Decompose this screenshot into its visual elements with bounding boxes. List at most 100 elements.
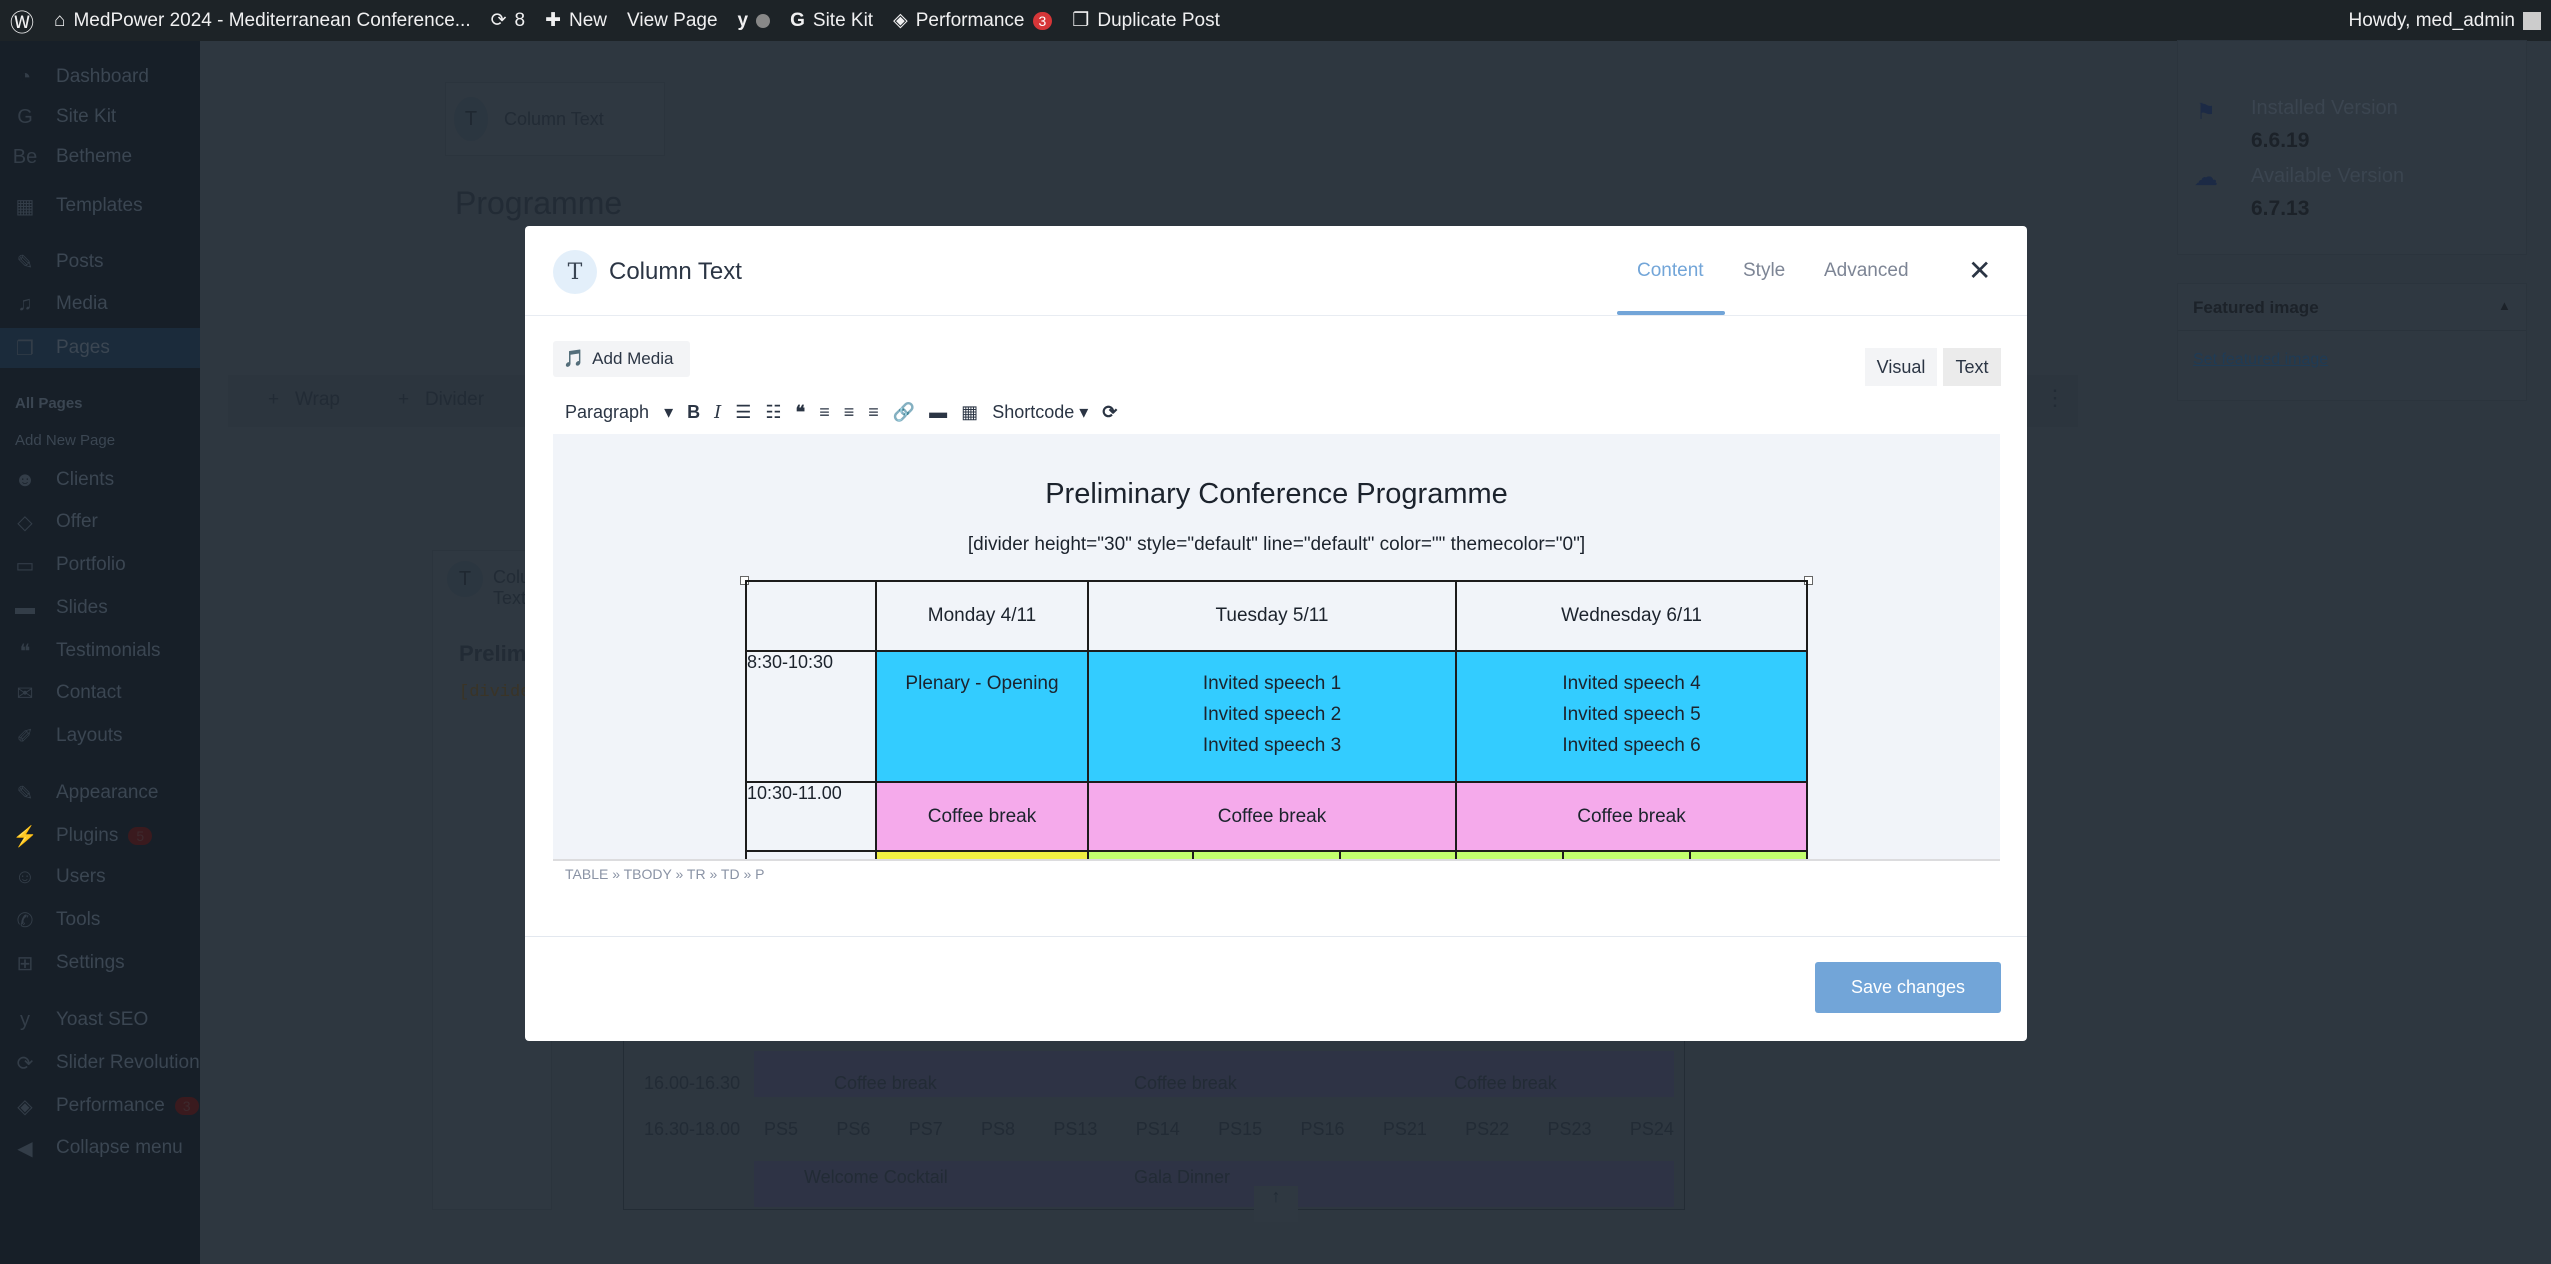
add-divider-button[interactable]: + Divider [398,389,484,411]
media-icon: 🎵 [563,349,585,368]
updates-link[interactable]: ⟳ 8 [481,0,536,41]
sidebar-item-betheme[interactable]: Be Betheme [0,137,200,177]
pin-icon: ✎ [16,251,34,274]
pages-icon: ❐ [16,337,34,360]
blockquote-icon[interactable]: ❝ [796,402,806,423]
sidebar-item-slider-revolution[interactable]: ⟳ Slider Revolution [0,1043,200,1083]
sidebar-item-tools[interactable]: ✆ Tools [0,900,200,940]
scroll-top-button[interactable]: ↑ [1254,1186,1298,1222]
table-row: 8:30-10:30 Plenary - Opening Invited spe… [745,650,1808,783]
seo-status-dot-icon [756,13,771,28]
set-featured-image-link[interactable]: Set featured image [2193,351,2328,369]
sidebar-item-yoast-seo[interactable]: y Yoast SEO [0,1000,200,1040]
tab-content[interactable]: Content [1637,260,1704,282]
quote-icon: ❝ [19,640,31,663]
align-center-icon[interactable]: ≡ [844,402,855,423]
betheme-icon: Be [12,145,38,168]
read-more-icon[interactable]: ▬ [929,402,947,423]
view-page-link[interactable]: View Page [617,0,728,41]
shortcode-dropdown[interactable]: Shortcode ▾ [992,402,1088,423]
sidebar-item-slides[interactable]: ▬ Slides [0,588,200,628]
wrench-icon: ✆ [16,909,34,932]
sidebar-item-clients[interactable]: ☻ Clients [0,460,200,500]
save-changes-button[interactable]: Save changes [1815,962,2001,1013]
session-label: PS21 [1382,1119,1427,1139]
session-label: PS24 [1629,1119,1674,1139]
sidebar-item-portfolio[interactable]: ▭ Portfolio [0,545,200,585]
collapse-arrow-icon[interactable]: ▲ [2498,298,2511,313]
link-icon[interactable]: 🔗 [893,402,915,423]
sidebar-item-users[interactable]: ☺ Users [0,857,200,897]
column-text-modal: T Column Text Content Style Advanced ✕ 🎵… [525,226,2027,1041]
performance-link[interactable]: ◈ Performance 3 [883,0,1062,41]
bullet-list-icon[interactable]: ☰ [735,402,751,423]
session-label: PS16 [1300,1119,1345,1139]
sidebar-item-dashboard[interactable]: ◔ Dashboard [0,57,200,97]
sidebar-item-site-kit[interactable]: G Site Kit [0,97,200,137]
cloud-download-icon: ☁ [2194,164,2218,191]
wordpress-logo-icon[interactable]: Ⓦ [0,0,44,41]
align-left-icon[interactable]: ≡ [819,402,830,423]
editor-content[interactable]: Preliminary Conference Programme [divide… [553,434,2000,859]
new-content-link[interactable]: ✚ New [535,0,617,41]
session-label: PS23 [1547,1119,1592,1139]
add-wrap-button[interactable]: + Wrap [268,389,340,411]
table-row: 10:30-11.00 Coffee break Coffee break Co… [745,781,1808,852]
numbered-list-icon[interactable]: ☷ [765,402,781,423]
sidebar-item-plugins[interactable]: ⚡ Plugins 5 [0,816,200,856]
content-title: Preliminary Conference Programme [1045,478,1508,510]
performance-icon: ◈ [893,10,908,31]
italic-button[interactable]: I [714,402,721,423]
sidebar-item-media[interactable]: ♫ Media [0,284,200,324]
version-box: ⚑ Installed Version 6.6.19 ☁ Available V… [2177,40,2527,255]
sidebar-item-layouts[interactable]: ✐ Layouts [0,716,200,756]
media-icon: ♫ [17,292,33,315]
text-tab-button[interactable]: Text [1943,348,2001,386]
tab-style[interactable]: Style [1743,260,1785,282]
featured-image-box: Featured image ▲ Set featured image [2177,283,2527,401]
bg-programme-table: 16.00-16.30 Coffee break Coffee break Co… [623,1040,1685,1222]
plus-icon: ✚ [545,10,562,31]
count-badge: 5 [128,827,153,845]
sidebar-item-posts[interactable]: ✎ Posts [0,242,200,282]
templates-icon: ▦ [15,195,35,218]
sidebar-item-offer[interactable]: ◇ Offer [0,502,200,542]
yoast-icon: y [20,1008,30,1031]
add-media-button[interactable]: 🎵 Add Media [553,341,690,377]
refresh-icon[interactable]: ⟳ [1102,402,1117,423]
sidebar-item-appearance[interactable]: ✎ Appearance [0,773,200,813]
session-label: PS15 [1218,1119,1263,1139]
mail-icon: ✉ [16,682,34,705]
yoast-link[interactable]: y [728,0,781,41]
sidebar-item-collapse-menu[interactable]: ◀ Collapse menu [0,1128,200,1168]
sidebar-item-testimonials[interactable]: ❝ Testimonials [0,631,200,671]
sidebar-item-templates[interactable]: ▦ Templates [0,186,200,226]
performance-icon: ◈ [17,1095,33,1118]
programme-table: Monday 4/11 Tuesday 5/11 Wednesday 6/11 … [745,580,1808,859]
account-menu[interactable]: Howdy, med_admin [2338,0,2551,41]
submenu-add-new-page[interactable]: Add New Page [15,432,115,449]
sidebar-item-settings[interactable]: ⊞ Settings [0,943,200,983]
duplicate-post-link[interactable]: ❐ Duplicate Post [1062,0,1230,41]
sidebar-item-performance[interactable]: ◈ Performance 3 [0,1086,200,1126]
site-name-link[interactable]: ⌂ MedPower 2024 - Mediterranean Conferenc… [44,0,481,41]
tab-advanced[interactable]: Advanced [1824,260,1909,282]
visual-tab-button[interactable]: Visual [1865,348,1937,386]
format-select[interactable]: Paragraph ▾ [565,402,673,423]
sidebar-item-contact[interactable]: ✉ Contact [0,673,200,713]
session-label: PS5 [764,1119,799,1139]
toolbar-toggle-icon[interactable]: ▦ [961,402,978,423]
submenu-all-pages[interactable]: All Pages [15,395,83,412]
header-tuesday: Tuesday 5/11 [1087,580,1457,652]
bg-column-text-card: T Column Text [445,82,665,156]
admin-sidebar: ◔ Dashboard G Site Kit Be Betheme ▦ Templates ✎ P… [0,41,200,1264]
align-right-icon[interactable]: ≡ [868,402,879,423]
collapse-icon: ◀ [17,1137,33,1160]
sidebar-item-pages[interactable]: ❐ Pages [0,328,200,368]
more-icon[interactable]: ⋮ [2044,385,2066,411]
close-icon[interactable]: ✕ [1968,254,1991,287]
site-kit-link[interactable]: G Site Kit [780,0,883,41]
refresh-icon: ⟳ [16,1052,34,1075]
bold-button[interactable]: B [687,402,700,423]
divider-shortcode: [divider height="30" style="default" lin… [967,534,1586,555]
